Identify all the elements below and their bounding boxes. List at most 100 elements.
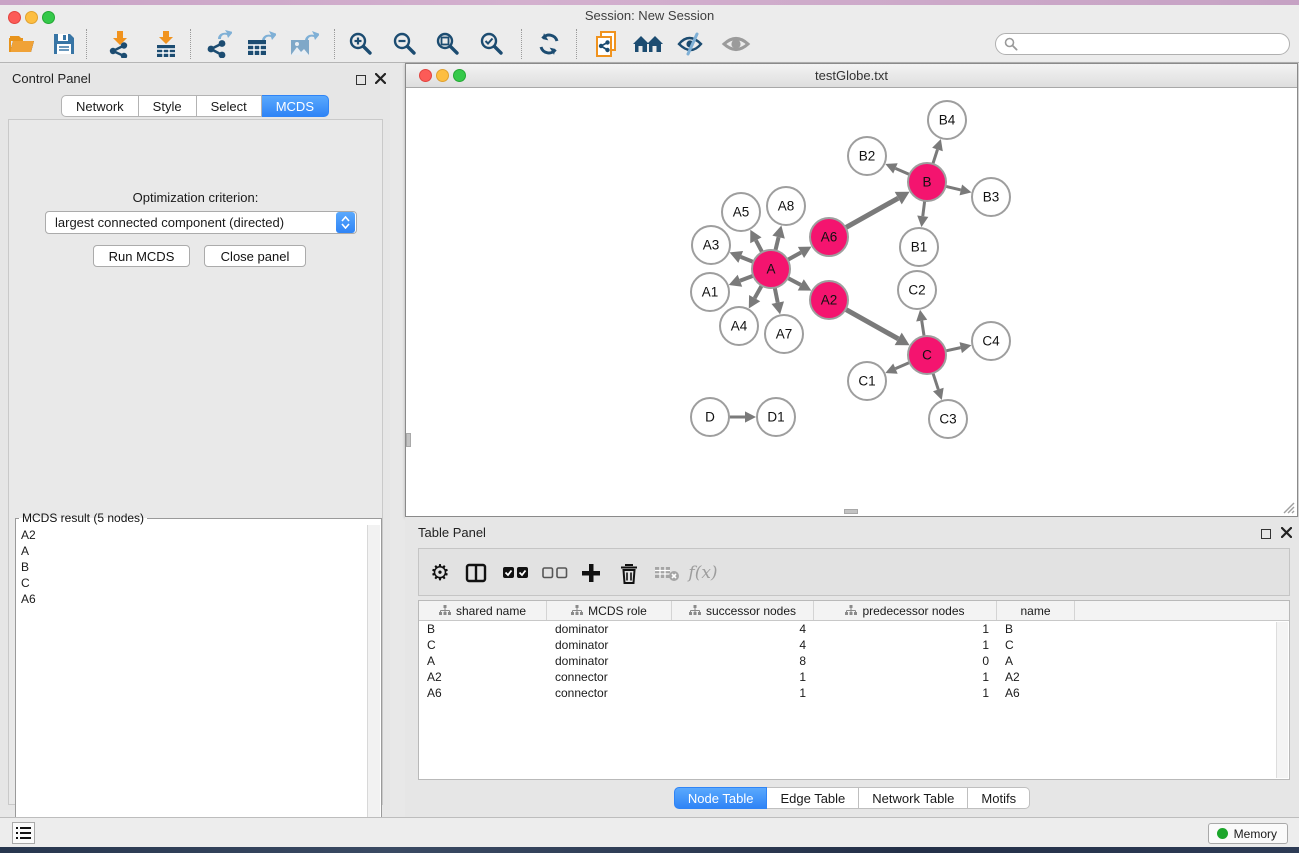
table-cell[interactable]: B xyxy=(997,621,1075,637)
column-header-name[interactable]: name xyxy=(997,601,1075,620)
close-panel-icon[interactable] xyxy=(375,72,386,87)
float-panel-icon[interactable] xyxy=(356,73,366,88)
zoom-fit-icon[interactable] xyxy=(431,27,465,61)
graph-node-B1[interactable]: B1 xyxy=(900,228,938,266)
table-cell[interactable]: 4 xyxy=(672,621,814,637)
mcds-result-item[interactable]: A2 xyxy=(21,527,367,543)
graph-node-D[interactable]: D xyxy=(691,398,729,436)
column-header-MCDS-role[interactable]: MCDS role xyxy=(547,601,672,620)
graph-edge[interactable] xyxy=(729,275,754,287)
table-row[interactable]: A6connector11A6 xyxy=(419,685,1289,701)
graph-node-A[interactable]: A xyxy=(752,250,790,288)
column-header-successor-nodes[interactable]: successor nodes xyxy=(672,601,814,620)
graph-edge[interactable] xyxy=(788,278,812,291)
graph-node-A3[interactable]: A3 xyxy=(692,226,730,264)
graph-edge[interactable] xyxy=(885,363,909,374)
houses-icon[interactable] xyxy=(631,27,665,61)
export-network-icon[interactable] xyxy=(201,27,235,61)
tab-style[interactable]: Style xyxy=(139,95,197,117)
table-cell[interactable]: connector xyxy=(547,685,672,701)
table-cell[interactable]: C xyxy=(419,637,547,653)
function-builder-icon[interactable]: f(x) xyxy=(686,556,720,590)
refresh-icon[interactable] xyxy=(532,27,566,61)
mcds-result-item[interactable]: A6 xyxy=(21,591,367,607)
column-header-shared-name[interactable]: shared name xyxy=(419,601,547,620)
table-row[interactable]: Bdominator41B xyxy=(419,621,1289,637)
export-image-icon[interactable] xyxy=(287,27,321,61)
table-settings-icon[interactable]: ⚙ xyxy=(423,556,457,590)
tab-select[interactable]: Select xyxy=(197,95,262,117)
table-cell[interactable]: A2 xyxy=(997,669,1075,685)
table-cell[interactable]: B xyxy=(419,621,547,637)
run-mcds-button[interactable]: Run MCDS xyxy=(93,245,190,267)
import-table-icon[interactable] xyxy=(149,27,183,61)
table-cell[interactable]: 1 xyxy=(672,669,814,685)
table-cell[interactable]: 0 xyxy=(814,653,997,669)
tab-network[interactable]: Network xyxy=(61,95,139,117)
table-float-panel-icon[interactable] xyxy=(1261,527,1271,542)
resize-grip-icon[interactable] xyxy=(1280,499,1295,514)
add-column-icon[interactable] xyxy=(574,556,608,590)
network-window-titlebar[interactable]: testGlobe.txt xyxy=(406,64,1297,88)
graph-edge[interactable] xyxy=(750,230,762,252)
network-hscroll-thumb[interactable] xyxy=(844,509,858,514)
table-cell[interactable]: C xyxy=(997,637,1075,653)
save-session-icon[interactable] xyxy=(47,27,81,61)
network-vscroll-thumb[interactable] xyxy=(406,433,411,447)
graph-node-A5[interactable]: A5 xyxy=(722,193,760,231)
graph-node-A7[interactable]: A7 xyxy=(765,315,803,353)
graph-edge[interactable] xyxy=(933,373,944,400)
graph-node-B4[interactable]: B4 xyxy=(928,101,966,139)
graph-node-C2[interactable]: C2 xyxy=(898,271,936,309)
graph-node-A2[interactable]: A2 xyxy=(810,281,848,319)
tab-motifs[interactable]: Motifs xyxy=(968,787,1030,809)
table-row[interactable]: A2connector11A2 xyxy=(419,669,1289,685)
graph-node-C[interactable]: C xyxy=(908,336,946,374)
table-cell[interactable]: A2 xyxy=(419,669,547,685)
table-cell[interactable]: 1 xyxy=(814,621,997,637)
copy-network-icon[interactable] xyxy=(590,27,624,61)
deselect-all-columns-icon[interactable] xyxy=(538,556,572,590)
export-table-icon[interactable] xyxy=(244,27,278,61)
tab-mcds[interactable]: MCDS xyxy=(262,95,329,117)
graph-node-C4[interactable]: C4 xyxy=(972,322,1010,360)
table-cell[interactable]: 1 xyxy=(814,685,997,701)
close-panel-button[interactable]: Close panel xyxy=(204,245,306,267)
graph-node-C3[interactable]: C3 xyxy=(929,400,967,438)
graph-edge[interactable] xyxy=(846,192,910,228)
graph-edge[interactable] xyxy=(749,286,762,309)
graph-edge[interactable] xyxy=(917,201,928,227)
column-header-predecessor-nodes[interactable]: predecessor nodes xyxy=(814,601,997,620)
graph-node-B2[interactable]: B2 xyxy=(848,137,886,175)
graph-edge[interactable] xyxy=(946,342,972,353)
memory-button[interactable]: Memory xyxy=(1208,823,1288,844)
graph-node-B3[interactable]: B3 xyxy=(972,178,1010,216)
table-cell[interactable]: dominator xyxy=(547,637,672,653)
graph-edge[interactable] xyxy=(846,309,910,345)
criterion-dropdown[interactable]: largest connected component (directed) xyxy=(45,211,357,234)
table-scrollbar[interactable] xyxy=(1276,622,1288,778)
search-input[interactable] xyxy=(1018,37,1289,51)
graph-node-C1[interactable]: C1 xyxy=(848,362,886,400)
graph-node-A6[interactable]: A6 xyxy=(810,218,848,256)
table-cell[interactable]: 4 xyxy=(672,637,814,653)
graph-node-A4[interactable]: A4 xyxy=(720,307,758,345)
select-all-columns-icon[interactable] xyxy=(499,556,533,590)
mcds-result-item[interactable]: A xyxy=(21,543,367,559)
table-row[interactable]: Adominator80A xyxy=(419,653,1289,669)
table-cell[interactable]: dominator xyxy=(547,653,672,669)
table-cell[interactable]: A xyxy=(419,653,547,669)
zoom-in-icon[interactable] xyxy=(344,27,378,61)
mcds-list-scrollbar[interactable] xyxy=(367,525,380,852)
tab-network-table[interactable]: Network Table xyxy=(859,787,968,809)
mcds-result-item[interactable]: C xyxy=(21,575,367,591)
hide-eye-icon[interactable] xyxy=(674,27,708,61)
table-close-panel-icon[interactable] xyxy=(1281,526,1292,541)
table-cell[interactable]: A6 xyxy=(997,685,1075,701)
table-cell[interactable]: 1 xyxy=(814,637,997,653)
column-view-icon[interactable] xyxy=(459,556,493,590)
tab-edge-table[interactable]: Edge Table xyxy=(767,787,859,809)
graph-node-A1[interactable]: A1 xyxy=(691,273,729,311)
table-cell[interactable]: 1 xyxy=(672,685,814,701)
graph-edge[interactable] xyxy=(730,251,754,263)
